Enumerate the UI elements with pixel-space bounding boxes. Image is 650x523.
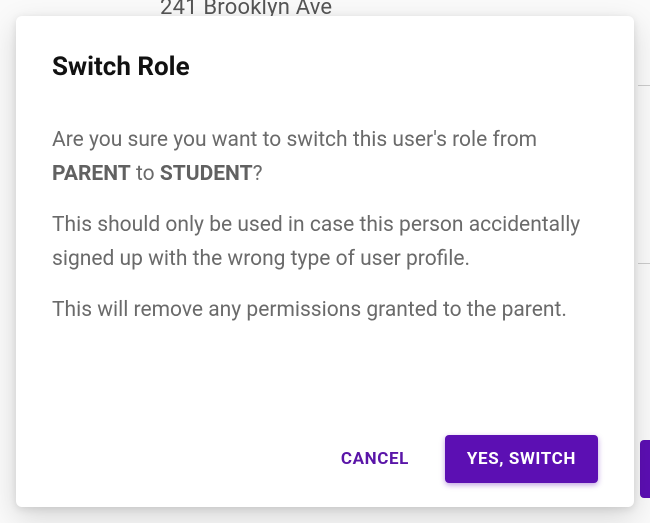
dialog-message-consequence: This will remove any permissions granted… [52,294,598,328]
switch-role-dialog: Switch Role Are you sure you want to swi… [16,16,634,507]
role-from: PARENT [52,162,131,186]
dialog-title: Switch Role [52,52,598,82]
dialog-message-text: to [131,162,160,186]
cancel-button[interactable]: CANCEL [319,435,431,483]
dialog-message-warning: This should only be used in case this pe… [52,209,598,276]
role-to: STUDENT [160,162,253,186]
dialog-message-confirm: Are you sure you want to switch this use… [52,124,598,191]
dialog-actions: CANCEL YES, SWITCH [52,435,598,483]
background-button-edge [640,440,650,498]
background-divider [638,85,650,86]
confirm-switch-button[interactable]: YES, SWITCH [445,435,598,483]
background-divider [638,263,650,264]
dialog-message-text: Are you sure you want to switch this use… [52,128,537,152]
dialog-message-text: ? [253,162,263,186]
dialog-body: Are you sure you want to switch this use… [52,124,598,415]
